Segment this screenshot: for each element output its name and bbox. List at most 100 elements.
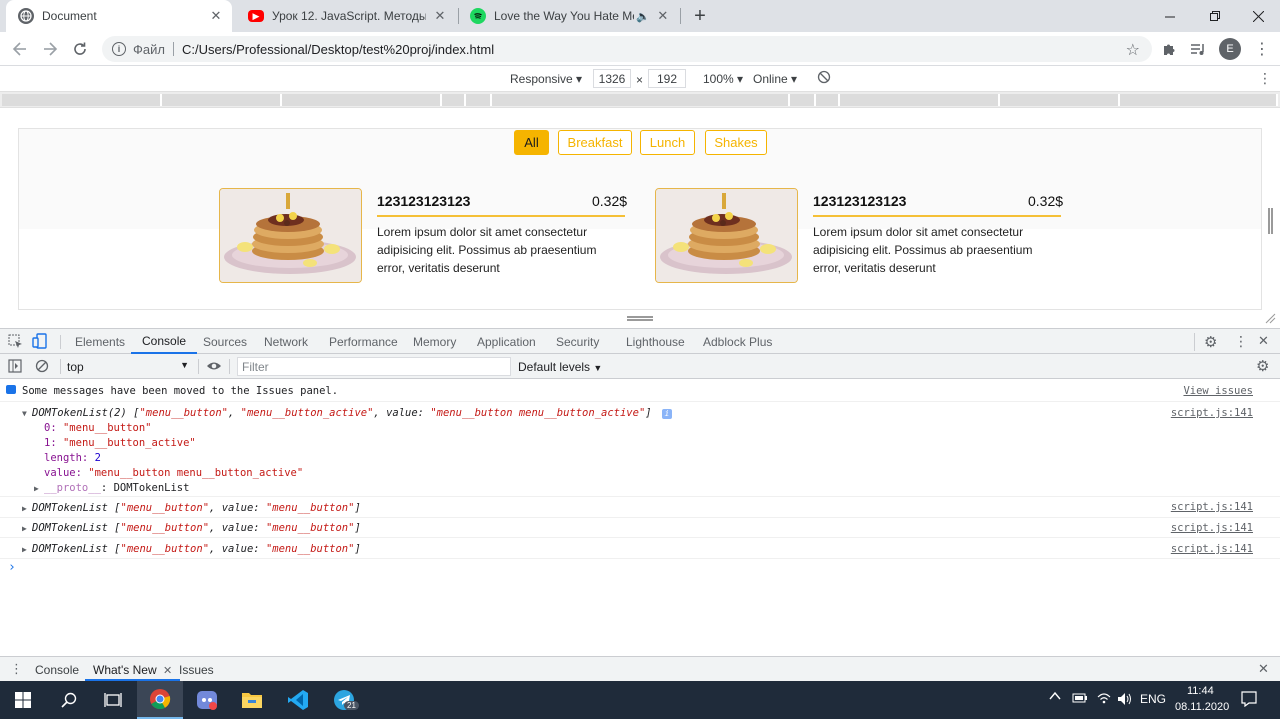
close-tab-icon[interactable]: ✕ [656,8,670,24]
info-badge-icon[interactable]: i [661,409,672,419]
viewport-width-input[interactable]: 1326 [593,69,631,88]
url-text[interactable]: C:/Users/Professional/Desktop/test%20pro… [182,42,494,57]
drawer-tab-issues[interactable]: Issues [179,663,214,677]
speaker-muted-icon[interactable]: 🔈 [636,10,650,23]
info-icon[interactable]: i [112,42,126,56]
ruler-segment[interactable] [1000,94,1120,106]
close-devtools-icon[interactable]: ✕ [1258,333,1269,349]
drawer-tab-whats-new[interactable]: What's New ✕ [85,657,181,681]
devtools-tab-performance[interactable]: Performance [329,329,398,354]
bookmark-star-icon[interactable]: ☆ [1126,40,1140,60]
ruler-segment[interactable] [816,94,840,106]
ruler-segment[interactable] [840,94,1000,106]
corner-resize-handle[interactable] [1264,312,1276,327]
close-tab-icon[interactable]: ✕ [432,8,448,24]
inspect-element-icon[interactable] [8,334,23,352]
devtools-tab-console[interactable]: Console [131,329,198,354]
devtools-tab-sources[interactable]: Sources [203,329,247,354]
media-queue-icon[interactable] [1188,39,1208,59]
ruler-segment[interactable] [790,94,816,106]
source-link[interactable]: script.js:141 [1171,501,1253,513]
menu-button-all[interactable]: All [514,130,549,155]
zoom-select[interactable]: 100% ▾ [703,72,743,86]
speaker-icon[interactable] [1117,692,1133,709]
proto-row[interactable]: ▶ __proto__: DOMTokenList [34,482,189,494]
devtools-tab-lighthouse[interactable]: Lighthouse [626,329,685,354]
file-explorer-icon[interactable] [229,681,275,719]
devtools-tab-security[interactable]: Security [556,329,599,354]
tab-youtube[interactable]: ▶ Урок 12. JavaScript. Методы мас ✕ [236,0,456,32]
discord-taskbar-icon[interactable] [184,681,230,719]
restore-button[interactable] [1192,0,1238,32]
sidebar-toggle-icon[interactable] [8,359,22,376]
tab-document[interactable]: Document ✕ [6,0,232,32]
log-levels-select[interactable]: Default levels ▼ [518,360,602,374]
device-mode-select[interactable]: Responsive ▾ [510,72,582,86]
ruler-segment[interactable] [466,94,492,106]
reload-icon[interactable] [68,37,92,61]
source-link[interactable]: script.js:141 [1171,543,1253,555]
console-log-entry-expanded[interactable]: ▼ DOMTokenList(2) ["menu__button", "menu_… [0,402,1280,497]
collapsed-triangle-icon[interactable]: ▶ [22,504,32,513]
devtools-tab-elements[interactable]: Elements [75,329,125,354]
source-link[interactable]: script.js:141 [1171,407,1253,419]
clear-console-icon[interactable] [35,359,49,376]
ruler-segment[interactable] [442,94,466,106]
browser-menu-icon[interactable]: ⋮ [1252,39,1272,59]
search-icon[interactable] [46,681,92,719]
wifi-icon[interactable] [1097,692,1111,707]
log-summary[interactable]: ▶ DOMTokenList ["menu__button", value: "m… [22,543,361,555]
task-view-icon[interactable] [90,681,136,719]
collapsed-triangle-icon[interactable]: ▶ [34,484,44,493]
extensions-puzzle-icon[interactable] [1159,39,1179,59]
ruler-segment[interactable] [2,94,162,106]
console-settings-gear-icon[interactable]: ⚙ [1256,357,1269,375]
media-query-ruler[interactable] [0,92,1280,108]
back-arrow-icon[interactable] [8,37,32,61]
drawer-menu-icon[interactable]: ⋮ [10,661,23,677]
notifications-icon[interactable] [1241,691,1257,710]
menu-button-shakes[interactable]: Shakes [705,130,767,155]
drawer-tab-console[interactable]: Console [35,663,79,677]
clock-time[interactable]: 11:44 [1187,685,1214,697]
devtools-tab-adblock-plus[interactable]: Adblock Plus [703,329,772,354]
console-log-entry[interactable]: ▶ DOMTokenList ["menu__button", value: "m… [0,497,1280,518]
log-summary[interactable]: ▶ DOMTokenList ["menu__button", value: "m… [22,502,361,514]
settings-gear-icon[interactable]: ⚙ [1204,333,1217,351]
language-indicator[interactable]: ENG [1140,692,1166,706]
rotate-icon[interactable] [817,70,831,87]
network-throttle-select[interactable]: Online ▾ [753,72,797,86]
ruler-segment[interactable] [162,94,282,106]
collapsed-triangle-icon[interactable]: ▶ [22,524,32,533]
viewport-width-resize-handle[interactable] [1268,208,1273,234]
menu-button-lunch[interactable]: Lunch [640,130,695,155]
windows-start-icon[interactable] [0,681,46,719]
devtools-tab-network[interactable]: Network [264,329,308,354]
battery-icon[interactable] [1072,692,1088,707]
device-toggle-icon[interactable] [32,333,48,352]
console-log-entry[interactable]: ▶ DOMTokenList ["menu__button", value: "m… [0,538,1280,559]
ruler-segment[interactable] [492,94,790,106]
devtools-menu-icon[interactable]: ⋮ [1234,333,1248,350]
new-tab-button[interactable]: + [688,4,712,28]
close-drawer-icon[interactable]: ✕ [1258,661,1269,677]
view-issues-link[interactable]: View issues [1183,385,1253,397]
chrome-taskbar-icon[interactable] [137,681,183,719]
viewport-height-input[interactable]: 192 [648,69,686,88]
console-log-entry[interactable]: ▶ DOMTokenList ["menu__button", value: "m… [0,518,1280,538]
log-summary[interactable]: ▼ DOMTokenList(2) ["menu__button", "menu_… [22,407,672,419]
viewport-height-resize-handle[interactable] [627,316,653,321]
ruler-segment[interactable] [1120,94,1278,106]
close-window-button[interactable] [1235,0,1280,32]
log-summary[interactable]: ▶ DOMTokenList ["menu__button", value: "m… [22,522,361,534]
vscode-taskbar-icon[interactable] [275,681,321,719]
tab-spotify[interactable]: Love the Way You Hate Me 🔈 ✕ [458,0,678,32]
device-toolbar-menu-icon[interactable]: ⋮ [1258,70,1272,87]
devtools-tab-application[interactable]: Application [477,329,536,354]
console-prompt-icon[interactable]: › [8,560,16,575]
telegram-taskbar-icon[interactable]: 21 [321,681,367,719]
clock-date[interactable]: 08.11.2020 [1175,701,1229,713]
eye-icon[interactable] [206,359,222,376]
ruler-segment[interactable] [282,94,442,106]
collapsed-triangle-icon[interactable]: ▶ [22,545,32,554]
